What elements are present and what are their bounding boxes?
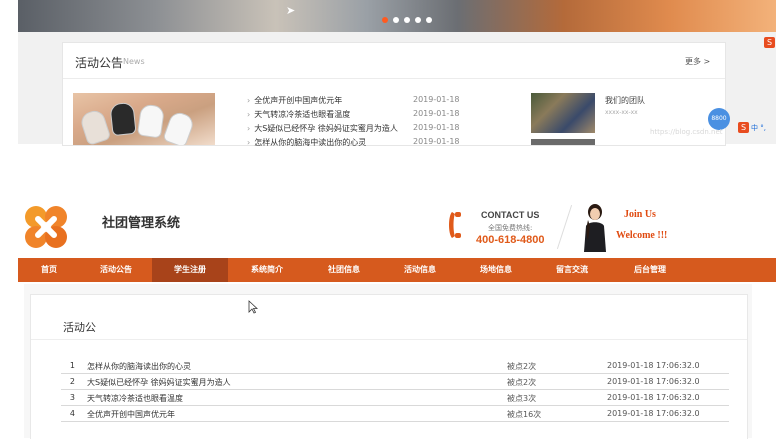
nails-image xyxy=(73,93,215,145)
row-number: 4 xyxy=(69,409,75,418)
row-clicks: 被点16次 xyxy=(507,410,542,419)
row-title-link[interactable]: 怎样从你的脑海读出你的心灵 xyxy=(87,361,191,372)
news-date: 2019-01-18 xyxy=(413,137,460,146)
top-screenshot-fragment: ➤ S 活动公告 News 更多 > 全优声开创中国声优元年 天气转凉冷茶适也眼… xyxy=(0,0,776,148)
carousel-dot[interactable] xyxy=(382,17,388,23)
carousel-dot[interactable] xyxy=(404,17,410,23)
ime-s-icon: S xyxy=(764,37,775,48)
row-time: 2019-01-18 17:06:32.0 xyxy=(607,361,700,370)
row-title-link[interactable]: 大S疑似已经怀孕 徐妈妈证实蜜月为造人 xyxy=(87,377,231,388)
nav-item-student-register[interactable]: 学生注册 xyxy=(152,258,228,282)
site-header: 社团管理系统 CONTACT US 全国免费热线: 400-618-4800 J… xyxy=(18,196,776,258)
table-row[interactable]: 4 全优声开创中国声优元年 被点16次 2019-01-18 17:06:32.… xyxy=(61,406,729,422)
nav-item-admin[interactable]: 后台管理 xyxy=(610,258,690,282)
row-time: 2019-01-18 17:06:32.0 xyxy=(607,393,700,402)
team-photo-2 xyxy=(531,139,595,145)
team-photo[interactable] xyxy=(531,93,595,133)
content-area: 活动公 1 怎样从你的脑海读出你的心灵 被点2次 2019-01-18 17:0… xyxy=(24,284,752,439)
divider xyxy=(63,78,725,79)
contact-phone: 400-618-4800 xyxy=(476,234,545,246)
nav-item-messages[interactable]: 留言交流 xyxy=(534,258,610,282)
phone-icon xyxy=(449,212,461,238)
announcement-panel: 活动公 1 怎样从你的脑海读出你的心灵 被点2次 2019-01-18 17:0… xyxy=(30,294,748,439)
announcement-table: 1 怎样从你的脑海读出你的心灵 被点2次 2019-01-18 17:06:32… xyxy=(61,358,729,422)
mouse-cursor-icon xyxy=(248,300,258,314)
row-time: 2019-01-18 17:06:32.0 xyxy=(607,409,700,418)
news-date: 2019-01-18 xyxy=(413,109,460,118)
person-avatar-icon xyxy=(584,204,606,252)
news-date: 2019-01-18 xyxy=(413,95,460,104)
table-row[interactable]: 3 天气转凉冷茶适也眼看温度 被点3次 2019-01-18 17:06:32.… xyxy=(61,390,729,406)
row-time: 2019-01-18 17:06:32.0 xyxy=(607,377,700,386)
news-more-link[interactable]: 更多 > xyxy=(685,56,710,67)
row-title-link[interactable]: 全优声开创中国声优元年 xyxy=(87,409,175,420)
ime-toolbar[interactable]: S中 °, xyxy=(738,122,766,133)
nav-item-venue-info[interactable]: 场地信息 xyxy=(458,258,534,282)
join-us-text: Join Us xyxy=(624,209,656,220)
news-dates: 2019-01-18 2019-01-18 2019-01-18 2019-01… xyxy=(413,95,460,151)
nav-item-announcements[interactable]: 活动公告 xyxy=(80,258,152,282)
carousel-dot[interactable] xyxy=(426,17,432,23)
nail-shape xyxy=(78,108,112,145)
nav-item-system-intro[interactable]: 系统简介 xyxy=(228,258,306,282)
welcome-text: Welcome !!! xyxy=(616,230,668,241)
panel-title: 活动公 xyxy=(63,321,96,334)
mouse-cursor-icon: ➤ xyxy=(286,4,296,17)
table-row[interactable]: 2 大S疑似已经怀孕 徐妈妈证实蜜月为造人 被点2次 2019-01-18 17… xyxy=(61,374,729,390)
carousel-dots xyxy=(382,17,432,23)
contact-subtitle: 全国免费热线: xyxy=(488,224,533,232)
divider xyxy=(556,204,573,250)
ime-s-icon: S xyxy=(738,122,749,133)
news-date: 2019-01-18 xyxy=(413,123,460,132)
nail-shape xyxy=(136,103,166,139)
divider xyxy=(31,339,747,340)
nail-shape xyxy=(109,101,137,137)
contact-title: CONTACT US xyxy=(481,210,540,220)
row-clicks: 被点2次 xyxy=(507,378,537,387)
team-title[interactable]: 我们的团队 xyxy=(605,95,645,106)
nav-item-club-info[interactable]: 社团信息 xyxy=(306,258,382,282)
news-card-subtitle: News xyxy=(123,57,145,66)
table-row[interactable]: 1 怎样从你的脑海读出你的心灵 被点2次 2019-01-18 17:06:32… xyxy=(61,358,729,374)
row-number: 2 xyxy=(69,377,75,386)
row-clicks: 被点3次 xyxy=(507,394,537,403)
club-management-app: 社团管理系统 CONTACT US 全国免费热线: 400-618-4800 J… xyxy=(18,196,776,439)
row-number: 3 xyxy=(69,393,75,402)
floating-badge[interactable]: 8800 xyxy=(708,108,730,130)
news-card: 活动公告 News 更多 > 全优声开创中国声优元年 天气转凉冷茶适也眼看温度 … xyxy=(62,42,726,147)
banner-carousel[interactable]: ➤ xyxy=(18,0,776,32)
team-subtitle: xxxx-xx-xx xyxy=(605,109,638,116)
site-name: 社团管理系统 xyxy=(102,216,181,231)
site-logo-icon[interactable] xyxy=(24,205,68,249)
nav-item-home[interactable]: 首页 xyxy=(18,258,80,282)
nav-item-activity-info[interactable]: 活动信息 xyxy=(382,258,458,282)
news-card-title: 活动公告 xyxy=(75,56,124,70)
row-number: 1 xyxy=(69,361,75,370)
watermark: https://blog.csdn.net xyxy=(650,128,723,136)
ime-label: 中 °, xyxy=(751,124,766,132)
main-navbar: 首页 活动公告 学生注册 系统简介 社团信息 活动信息 场地信息 留言交流 后台… xyxy=(18,258,776,282)
carousel-dot[interactable] xyxy=(393,17,399,23)
nail-shape xyxy=(162,109,196,145)
row-clicks: 被点2次 xyxy=(507,362,537,371)
carousel-dot[interactable] xyxy=(415,17,421,23)
row-title-link[interactable]: 天气转凉冷茶适也眼看温度 xyxy=(87,393,183,404)
